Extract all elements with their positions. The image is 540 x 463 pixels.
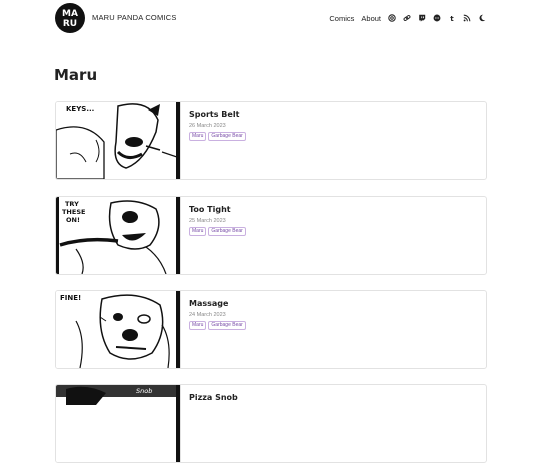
post-title[interactable]: Massage	[189, 299, 228, 308]
tag-maru[interactable]: Maru	[189, 132, 207, 141]
main-nav: Comics About t	[322, 12, 486, 24]
thumb-caption: KEYS...	[66, 105, 94, 113]
thumb-caption: Snob	[136, 387, 152, 395]
twitch-icon[interactable]	[417, 14, 426, 23]
link-icon[interactable]	[402, 14, 411, 23]
discord-icon[interactable]	[432, 14, 441, 23]
post-thumbnail[interactable]: FINE!	[56, 291, 181, 368]
post-tags: Maru Garbage Bear	[189, 227, 248, 236]
post-date: 26 March 2023	[189, 123, 226, 129]
tag-garbage-bear[interactable]: Garbage Bear	[208, 321, 246, 330]
post-title[interactable]: Pizza Snob	[189, 393, 238, 402]
tumblr-icon[interactable]: t	[447, 14, 456, 23]
email-icon[interactable]	[387, 14, 396, 23]
post-date: 25 March 2023	[189, 218, 226, 224]
dark-mode-icon[interactable]	[477, 14, 486, 23]
page-title: Maru	[54, 66, 98, 84]
svg-text:ON!: ON!	[66, 216, 80, 224]
svg-text:THESE: THESE	[62, 208, 85, 216]
post-tags: Maru Garbage Bear	[189, 132, 248, 141]
nav-about-link[interactable]: About	[361, 14, 381, 23]
svg-text:t: t	[450, 14, 454, 22]
post-thumbnail[interactable]: KEYS...	[56, 102, 181, 179]
post-card[interactable]: FINE! Massage 24 March 2023 Maru Garbage…	[55, 290, 487, 369]
post-title[interactable]: Too Tight	[189, 205, 231, 214]
site-name-link[interactable]: MARU PANDA COMICS	[92, 13, 177, 22]
tag-maru[interactable]: Maru	[189, 321, 207, 330]
tag-garbage-bear[interactable]: Garbage Bear	[208, 227, 246, 236]
tag-garbage-bear[interactable]: Garbage Bear	[208, 132, 246, 141]
tag-maru[interactable]: Maru	[189, 227, 207, 236]
post-thumbnail[interactable]: Snob	[56, 385, 181, 462]
nav-comics-link[interactable]: Comics	[329, 14, 354, 23]
rss-icon[interactable]	[462, 14, 471, 23]
post-date: 24 March 2023	[189, 312, 226, 318]
post-title[interactable]: Sports Belt	[189, 110, 239, 119]
svg-text:FINE!: FINE!	[60, 294, 81, 302]
post-card[interactable]: Snob Pizza Snob	[55, 384, 487, 463]
svg-text:RU: RU	[63, 19, 77, 29]
svg-text:MA: MA	[62, 9, 78, 19]
post-thumbnail[interactable]: TRY THESE ON!	[56, 197, 181, 274]
post-card[interactable]: TRY THESE ON! Too Tight 25 March 2023 Ma…	[55, 196, 487, 275]
post-card[interactable]: KEYS... Sports Belt 26 March 2023 Maru G…	[55, 101, 487, 180]
site-header: MA RU MARU PANDA COMICS Comics About t	[0, 0, 540, 36]
post-tags: Maru Garbage Bear	[189, 321, 248, 330]
site-logo[interactable]: MA RU	[54, 2, 86, 34]
svg-text:TRY: TRY	[65, 200, 79, 208]
